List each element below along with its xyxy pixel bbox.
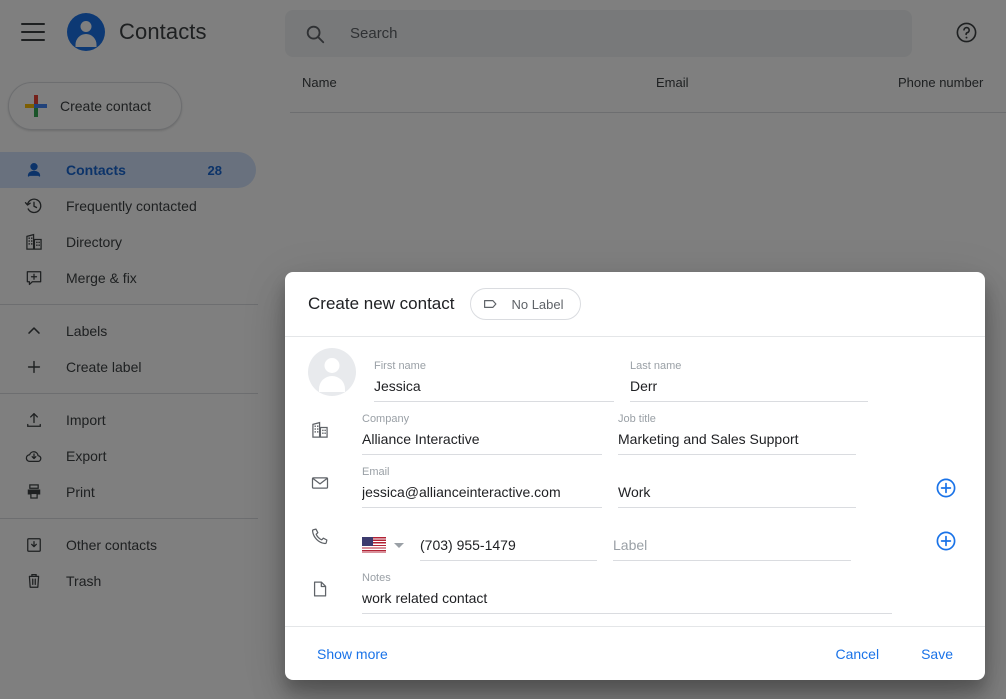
show-more-button[interactable]: Show more xyxy=(309,638,396,670)
add-circle-icon[interactable] xyxy=(934,476,958,500)
contacts-app: Contacts Name Email Phone numbe xyxy=(0,0,1006,699)
job-title-field[interactable]: Job title Marketing and Sales Support xyxy=(618,413,856,455)
company-row: Company Alliance Interactive Job title M… xyxy=(285,402,985,455)
note-icon xyxy=(308,577,332,601)
company-label: Company xyxy=(362,413,410,425)
us-flag-icon xyxy=(362,537,386,553)
phone-field[interactable]: (703) 955-1479 xyxy=(420,519,597,561)
email-value[interactable]: jessica@allianceinteractive.com xyxy=(362,483,602,501)
dialog-body: First name Jessica Last name Derr Compan… xyxy=(285,337,985,626)
name-row: First name Jessica Last name Derr xyxy=(285,348,985,402)
avatar-placeholder-icon[interactable] xyxy=(308,348,356,396)
cancel-button[interactable]: Cancel xyxy=(827,638,887,670)
phone-label-field[interactable]: Label xyxy=(613,519,851,561)
add-circle-icon[interactable] xyxy=(934,529,958,553)
email-field[interactable]: Email jessica@allianceinteractive.com xyxy=(362,466,602,508)
notes-value[interactable]: work related contact xyxy=(362,589,892,607)
job-title-label: Job title xyxy=(618,413,656,425)
job-title-value[interactable]: Marketing and Sales Support xyxy=(618,430,856,448)
chevron-down-icon xyxy=(394,542,404,548)
notes-row: Notes work related contact xyxy=(285,561,985,614)
dialog-header: Create new contact No Label xyxy=(285,272,985,337)
save-button[interactable]: Save xyxy=(913,638,961,670)
dialog-footer: Show more Cancel Save xyxy=(285,626,985,680)
first-name-label: First name xyxy=(374,360,426,372)
dialog-title: Create new contact xyxy=(308,294,455,313)
first-name-field[interactable]: First name Jessica xyxy=(374,360,614,402)
email-row: Email jessica@allianceinteractive.com Wo… xyxy=(285,455,985,508)
notes-field[interactable]: Notes work related contact xyxy=(362,572,892,614)
no-label-chip-text: No Label xyxy=(511,296,564,312)
tag-icon xyxy=(482,295,500,313)
first-name-value[interactable]: Jessica xyxy=(374,377,614,395)
notes-label: Notes xyxy=(362,572,391,584)
last-name-label: Last name xyxy=(630,360,682,372)
phone-value[interactable]: (703) 955-1479 xyxy=(420,519,597,554)
company-field[interactable]: Company Alliance Interactive xyxy=(362,413,602,455)
envelope-icon xyxy=(308,471,332,495)
building-icon xyxy=(308,418,332,442)
phone-icon xyxy=(308,524,332,548)
create-contact-dialog: Create new contact No Label First name J… xyxy=(285,272,985,680)
last-name-field[interactable]: Last name Derr xyxy=(630,360,868,402)
phone-label-placeholder[interactable]: Label xyxy=(613,536,851,554)
company-value[interactable]: Alliance Interactive xyxy=(362,430,602,448)
email-label: Email xyxy=(362,466,390,478)
no-label-chip[interactable]: No Label xyxy=(470,288,581,320)
email-label-field[interactable]: Work xyxy=(618,466,856,508)
last-name-value[interactable]: Derr xyxy=(630,377,868,395)
email-label-value[interactable]: Work xyxy=(618,483,856,501)
phone-row: (703) 955-1479 Label xyxy=(285,508,985,561)
country-code-selector[interactable] xyxy=(362,537,404,553)
